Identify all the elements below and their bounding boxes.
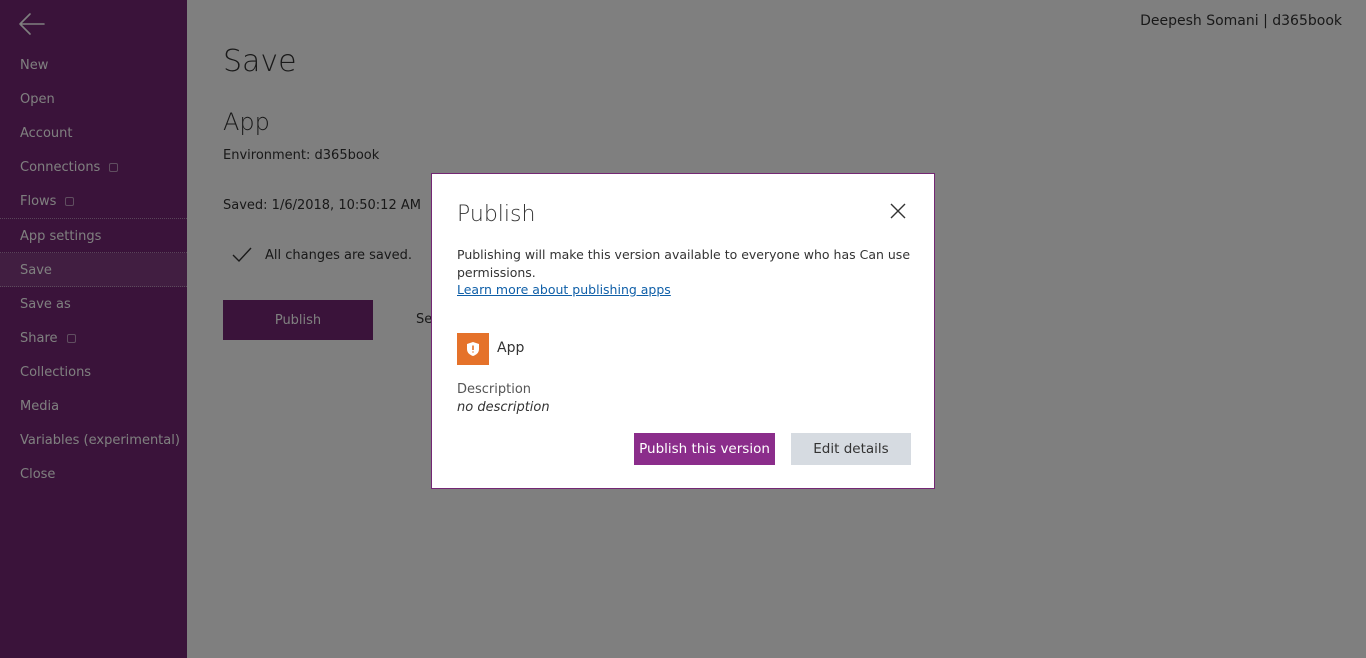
publish-dialog: Publish Publishing will make this versio…: [431, 173, 935, 489]
dialog-title: Publish: [457, 202, 536, 227]
description-label: Description: [457, 382, 532, 397]
publish-this-version-button[interactable]: Publish this version: [634, 433, 775, 465]
app-shield-icon: [457, 333, 489, 365]
edit-details-button[interactable]: Edit details: [791, 433, 911, 465]
learn-more-link[interactable]: Learn more about publishing apps: [457, 282, 671, 297]
dialog-message: Publishing will make this version availa…: [457, 247, 911, 280]
dialog-app-name: App: [497, 340, 525, 356]
description-value: no description: [457, 400, 550, 415]
close-icon[interactable]: [888, 201, 908, 221]
